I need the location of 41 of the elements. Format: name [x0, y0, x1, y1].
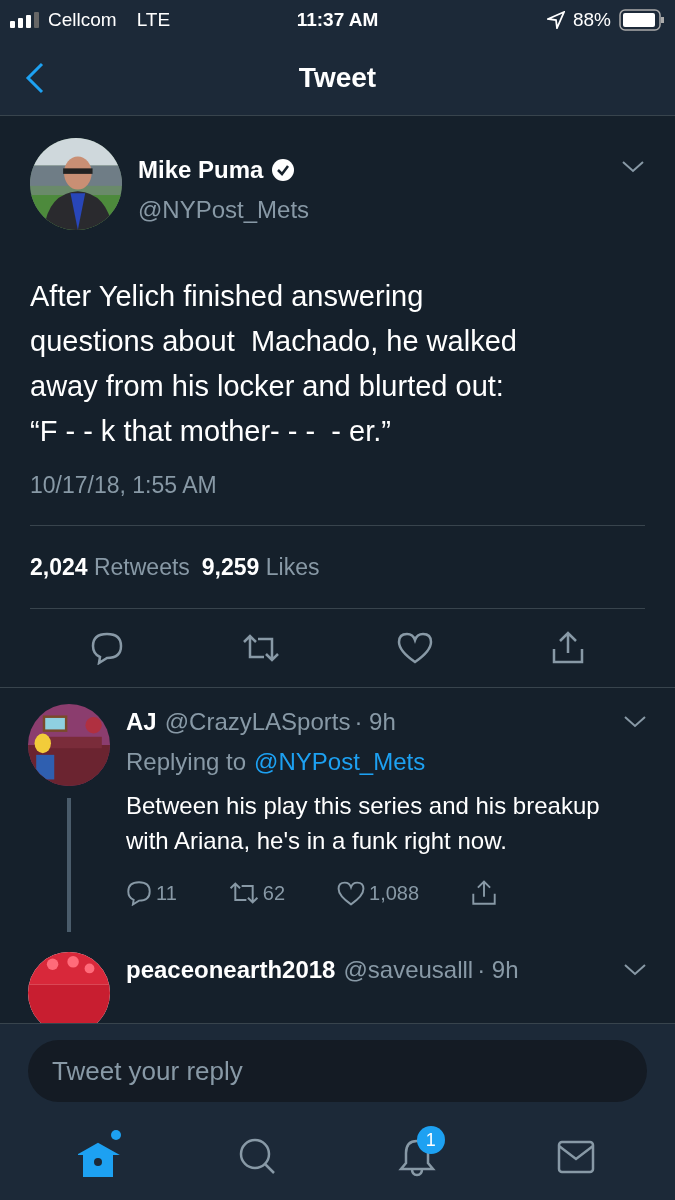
- page-title: Tweet: [298, 60, 377, 95]
- carrier-name: Cellcom: [48, 7, 117, 32]
- heart-icon[interactable]: [337, 880, 365, 906]
- reply-author-handle[interactable]: @CrazyLASports: [164, 704, 351, 740]
- back-icon[interactable]: [25, 61, 45, 94]
- notification-badge: 1: [416, 1126, 445, 1154]
- reply-author-name[interactable]: AJ: [126, 704, 157, 740]
- like-count: 1,088: [369, 881, 420, 906]
- mention-link[interactable]: @NYPost_Mets: [254, 744, 426, 780]
- chevron-down-icon[interactable]: [623, 715, 647, 729]
- reply-time: · 9h: [354, 707, 396, 737]
- battery-icon: [619, 9, 665, 31]
- replying-label: Replying to: [126, 747, 247, 777]
- reply-author-handle[interactable]: @saveusalll: [343, 952, 474, 988]
- like-count[interactable]: 9,259 Likes: [201, 549, 320, 584]
- reply-icon[interactable]: [126, 880, 152, 906]
- heart-icon[interactable]: [397, 632, 434, 664]
- share-icon[interactable]: [471, 880, 498, 906]
- network-type: LTE: [136, 7, 171, 32]
- mail-icon: [556, 1140, 595, 1174]
- tweet-text: After Yelich finished answering questions about Machado, he walked away from his locker and blurted out: “F - - k that mother- - - - er.”: [30, 279, 518, 449]
- retweet-count[interactable]: 2,024 Retweets: [30, 549, 190, 584]
- author-handle[interactable]: @NYPost_Mets: [138, 192, 605, 228]
- retweet-icon[interactable]: [241, 633, 280, 663]
- author-name[interactable]: Mike Puma: [138, 152, 264, 188]
- reply-count: 11: [156, 881, 177, 906]
- reply-icon[interactable]: [90, 631, 124, 665]
- reply-input[interactable]: Tweet your reply: [28, 1040, 647, 1102]
- tweet-timestamp: 10/17/18, 1:55 AM: [30, 468, 645, 526]
- battery-percent: 88%: [573, 7, 611, 32]
- retweet-icon[interactable]: [228, 881, 259, 905]
- chevron-down-icon[interactable]: [623, 963, 647, 977]
- chevron-down-icon[interactable]: [621, 160, 645, 174]
- signal-icon: [10, 12, 40, 28]
- clock: 11:37 AM: [296, 7, 379, 32]
- reply-text: Between his play this series and his breakup with Ariana, he's in a funk right now.: [126, 791, 601, 856]
- retweet-count: 62: [262, 881, 285, 906]
- share-icon[interactable]: [550, 631, 585, 665]
- reply-author-name[interactable]: peaceonearth2018: [126, 952, 336, 988]
- reply-time: · 9h: [477, 955, 519, 985]
- location-arrow-icon: [547, 11, 565, 29]
